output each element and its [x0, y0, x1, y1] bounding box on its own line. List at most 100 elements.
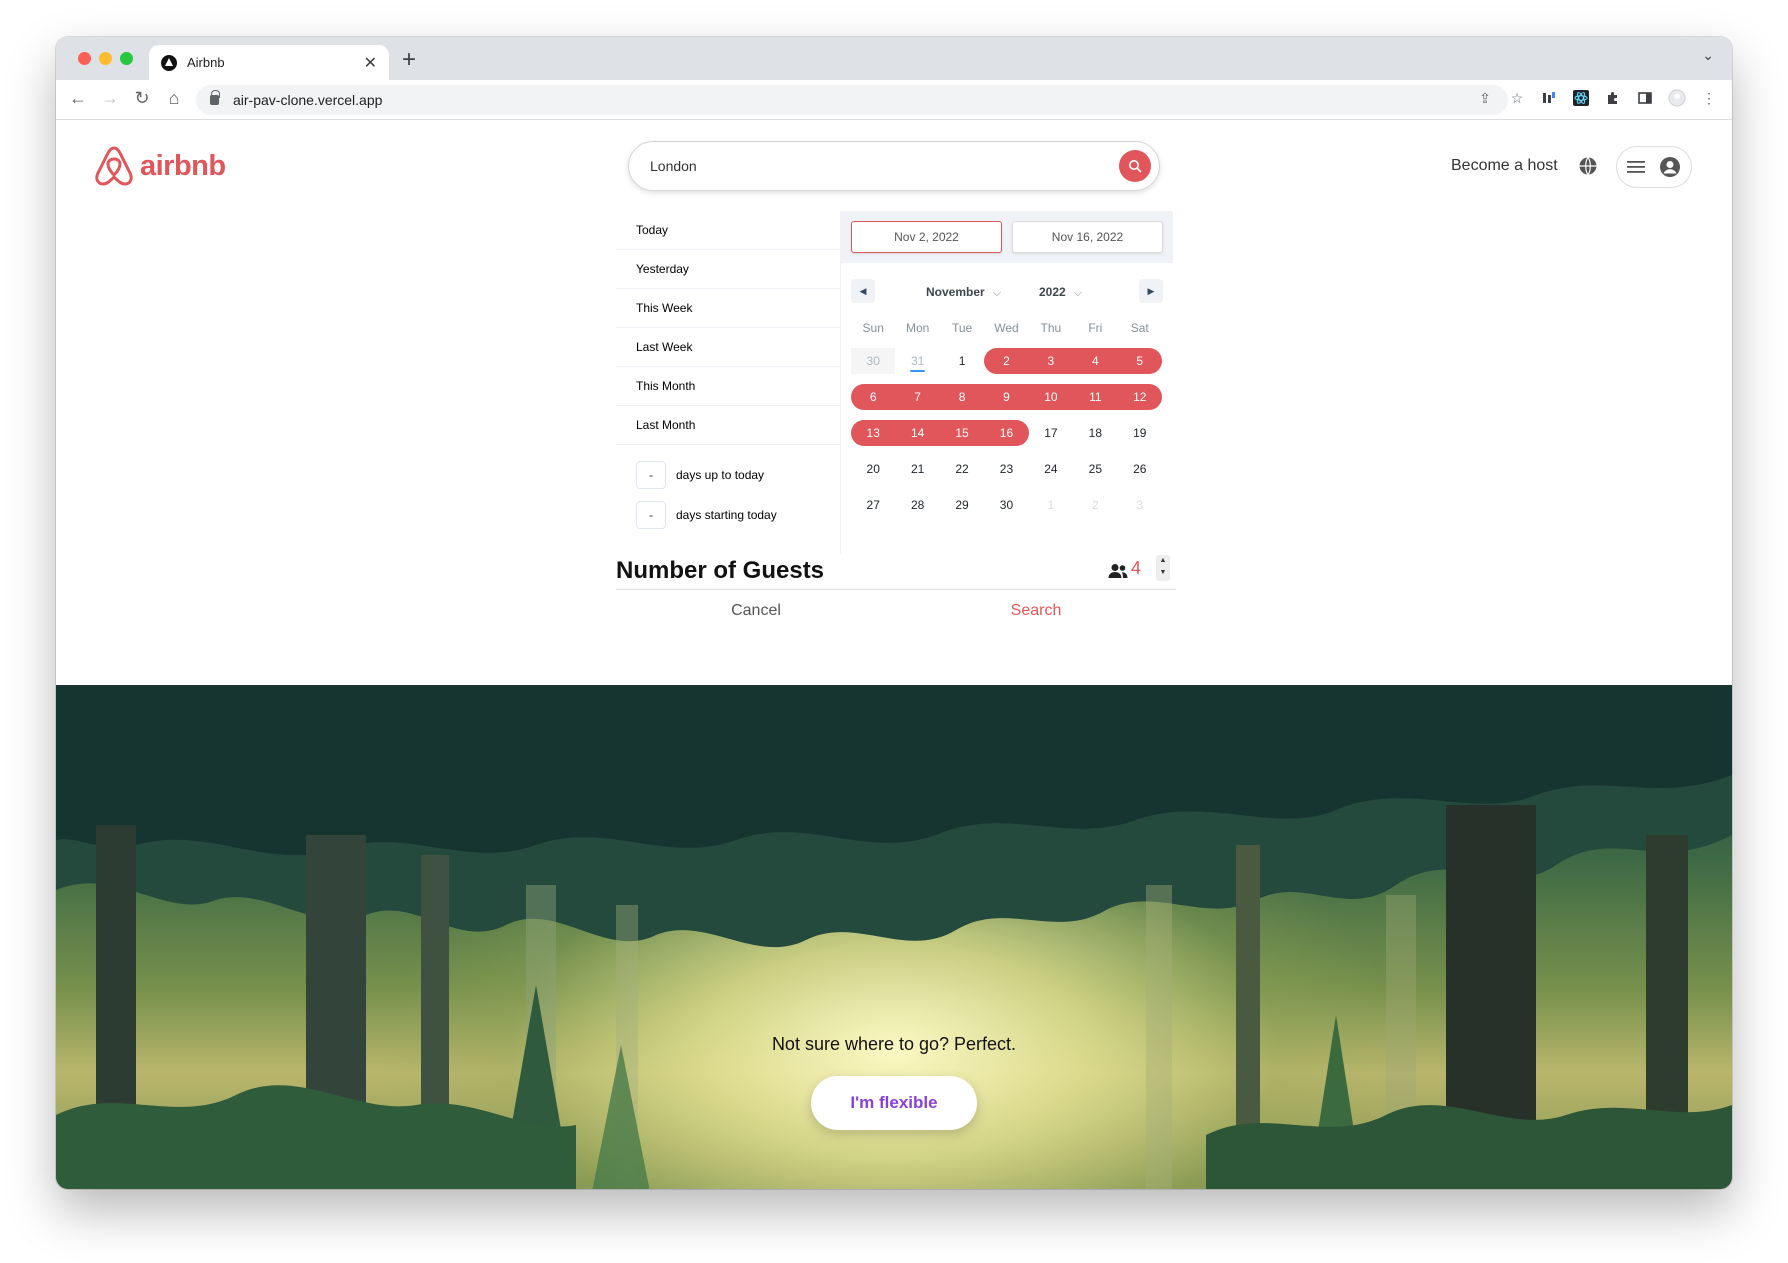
- react-devtools-icon[interactable]: [1572, 89, 1590, 107]
- bookmark-star-icon[interactable]: ☆: [1508, 89, 1526, 107]
- calendar-day[interactable]: 20: [851, 456, 895, 482]
- range-last-month[interactable]: Last Month: [616, 406, 840, 445]
- home-icon[interactable]: ⌂: [162, 88, 186, 109]
- range-yesterday[interactable]: Yesterday: [616, 250, 840, 289]
- days-up-to-today-input[interactable]: -: [636, 461, 666, 489]
- calendar-day-in-range[interactable]: 13: [851, 420, 896, 446]
- calendar-day-in-range[interactable]: 12: [1117, 384, 1162, 410]
- calendar-day-in-range[interactable]: 15: [939, 420, 985, 446]
- calendar-day-in-range[interactable]: 14: [895, 420, 940, 446]
- range-this-month[interactable]: This Month: [616, 367, 840, 406]
- calendar-day-range-start[interactable]: 2: [984, 348, 1029, 374]
- address-bar[interactable]: air-pav-clone.vercel.app: [196, 85, 1508, 115]
- date-range-picker: Today Yesterday This Week Last Week This…: [616, 211, 1176, 554]
- calendar-day-in-range[interactable]: 4: [1073, 348, 1118, 374]
- calendar-day[interactable]: 21: [895, 456, 939, 482]
- calendar-day-in-range[interactable]: 7: [895, 384, 940, 410]
- share-icon[interactable]: ⇪: [1476, 89, 1494, 107]
- calendar-week: 20 21 22 23 24 25 26: [851, 451, 1162, 487]
- weekday-label: Fri: [1088, 321, 1103, 335]
- calendar-day-in-range[interactable]: 10: [1028, 384, 1074, 410]
- range-last-week[interactable]: Last Week: [616, 328, 840, 367]
- calendar-day[interactable]: 17: [1029, 420, 1073, 446]
- calendar-day[interactable]: 1: [940, 348, 984, 374]
- location-search-bar[interactable]: London: [628, 141, 1160, 191]
- month-value: November: [926, 285, 985, 299]
- next-month-icon[interactable]: ▶: [1139, 279, 1163, 303]
- globe-icon[interactable]: [1578, 156, 1598, 181]
- search-button[interactable]: [1119, 150, 1151, 182]
- logo-text: airbnb: [140, 149, 226, 182]
- start-date-field[interactable]: Nov 2, 2022: [851, 221, 1002, 253]
- calendar-day[interactable]: 24: [1029, 456, 1073, 482]
- calendar-week: 27 28 29 30 1 2 3: [851, 487, 1162, 523]
- search-submit-button[interactable]: Search: [896, 591, 1176, 631]
- calendar-day-passive[interactable]: 2: [1073, 492, 1117, 518]
- close-icon[interactable]: ✕: [364, 53, 377, 73]
- date-display: Nov 2, 2022 Nov 16, 2022: [841, 211, 1173, 263]
- more-menu-icon[interactable]: ⋮: [1700, 89, 1718, 107]
- location-search-input[interactable]: London: [650, 158, 1119, 174]
- weekday-label: Wed: [994, 321, 1019, 335]
- calendar-day-in-range[interactable]: 3: [1028, 348, 1074, 374]
- calendar-day[interactable]: 30: [984, 492, 1028, 518]
- calendar-day[interactable]: 25: [1073, 456, 1117, 482]
- calendar-day[interactable]: 22: [940, 456, 984, 482]
- hamburger-menu-icon: [1627, 161, 1645, 173]
- calendar-day[interactable]: 18: [1073, 420, 1117, 446]
- minimize-window-button[interactable]: [99, 52, 112, 65]
- zoom-window-button[interactable]: [120, 52, 133, 65]
- favicon-icon: [161, 54, 177, 71]
- reload-icon[interactable]: ↻: [130, 88, 154, 109]
- calendar-day-in-range[interactable]: 6: [851, 384, 896, 410]
- month-select[interactable]: November ⌵: [926, 285, 1001, 300]
- new-tab-button[interactable]: +: [402, 45, 416, 75]
- back-icon[interactable]: ←: [66, 88, 90, 109]
- calendar-day[interactable]: 19: [1118, 420, 1162, 446]
- calendar-day-in-range[interactable]: 11: [1073, 384, 1118, 410]
- calendar-day-in-range[interactable]: 8: [939, 384, 985, 410]
- calendar-day[interactable]: 26: [1118, 456, 1162, 482]
- hero-tagline: Not sure where to go? Perfect.: [771, 1034, 1017, 1054]
- calendar-day[interactable]: 23: [984, 456, 1028, 482]
- im-flexible-button[interactable]: I'm flexible: [811, 1076, 977, 1130]
- year-value: 2022: [1039, 285, 1066, 299]
- calendar-day[interactable]: 28: [895, 492, 939, 518]
- calendar-day-passive[interactable]: 1: [1029, 492, 1073, 518]
- prev-month-icon[interactable]: ◀: [851, 279, 875, 303]
- cancel-button[interactable]: Cancel: [616, 591, 896, 631]
- guests-count-input[interactable]: 4: [1131, 558, 1141, 579]
- range-today[interactable]: Today: [616, 211, 840, 250]
- end-date-field[interactable]: Nov 16, 2022: [1012, 221, 1163, 253]
- browser-tab[interactable]: Airbnb ✕: [149, 45, 389, 80]
- guests-stepper[interactable]: ▲ ▼: [1156, 555, 1170, 581]
- calendar-day[interactable]: 29: [940, 492, 984, 518]
- calendar-day-in-range[interactable]: 5: [1117, 348, 1162, 374]
- year-select[interactable]: 2022 ⌵: [1039, 285, 1082, 300]
- static-ranges: Today Yesterday This Week Last Week This…: [616, 211, 840, 535]
- user-menu-button[interactable]: [1616, 146, 1692, 188]
- close-window-button[interactable]: [78, 52, 91, 65]
- become-host-link[interactable]: Become a host: [1451, 157, 1558, 175]
- month-navigation: ◀ November ⌵ 2022 ⌵ ▶: [841, 263, 1172, 313]
- side-panel-icon[interactable]: [1636, 89, 1654, 107]
- tab-title: Airbnb: [187, 55, 225, 70]
- profile-avatar-icon[interactable]: [1668, 89, 1686, 107]
- weekday-label: Sat: [1130, 321, 1149, 335]
- guests-row: Number of Guests 4 ▲ ▼: [616, 553, 1176, 590]
- days-starting-today-input[interactable]: -: [636, 501, 666, 529]
- calendar-day-today[interactable]: 31: [895, 348, 939, 374]
- calendar-day-range-end[interactable]: 16: [984, 420, 1029, 446]
- calendar-day[interactable]: 27: [851, 492, 895, 518]
- calendar-day-in-range[interactable]: 9: [984, 384, 1029, 410]
- calendar-day-passive[interactable]: 3: [1118, 492, 1162, 518]
- extension-bars-icon[interactable]: [1540, 89, 1558, 107]
- url-text: air-pav-clone.vercel.app: [233, 92, 383, 108]
- web-page: airbnb London Become a host Today Yester…: [56, 121, 1732, 1189]
- airbnb-logo[interactable]: airbnb: [94, 145, 226, 187]
- forward-icon[interactable]: →: [98, 88, 122, 109]
- calendar-day-passive[interactable]: 30: [851, 348, 896, 374]
- range-this-week[interactable]: This Week: [616, 289, 840, 328]
- chevron-down-icon[interactable]: ⌄: [1702, 47, 1714, 64]
- extensions-puzzle-icon[interactable]: [1604, 89, 1622, 107]
